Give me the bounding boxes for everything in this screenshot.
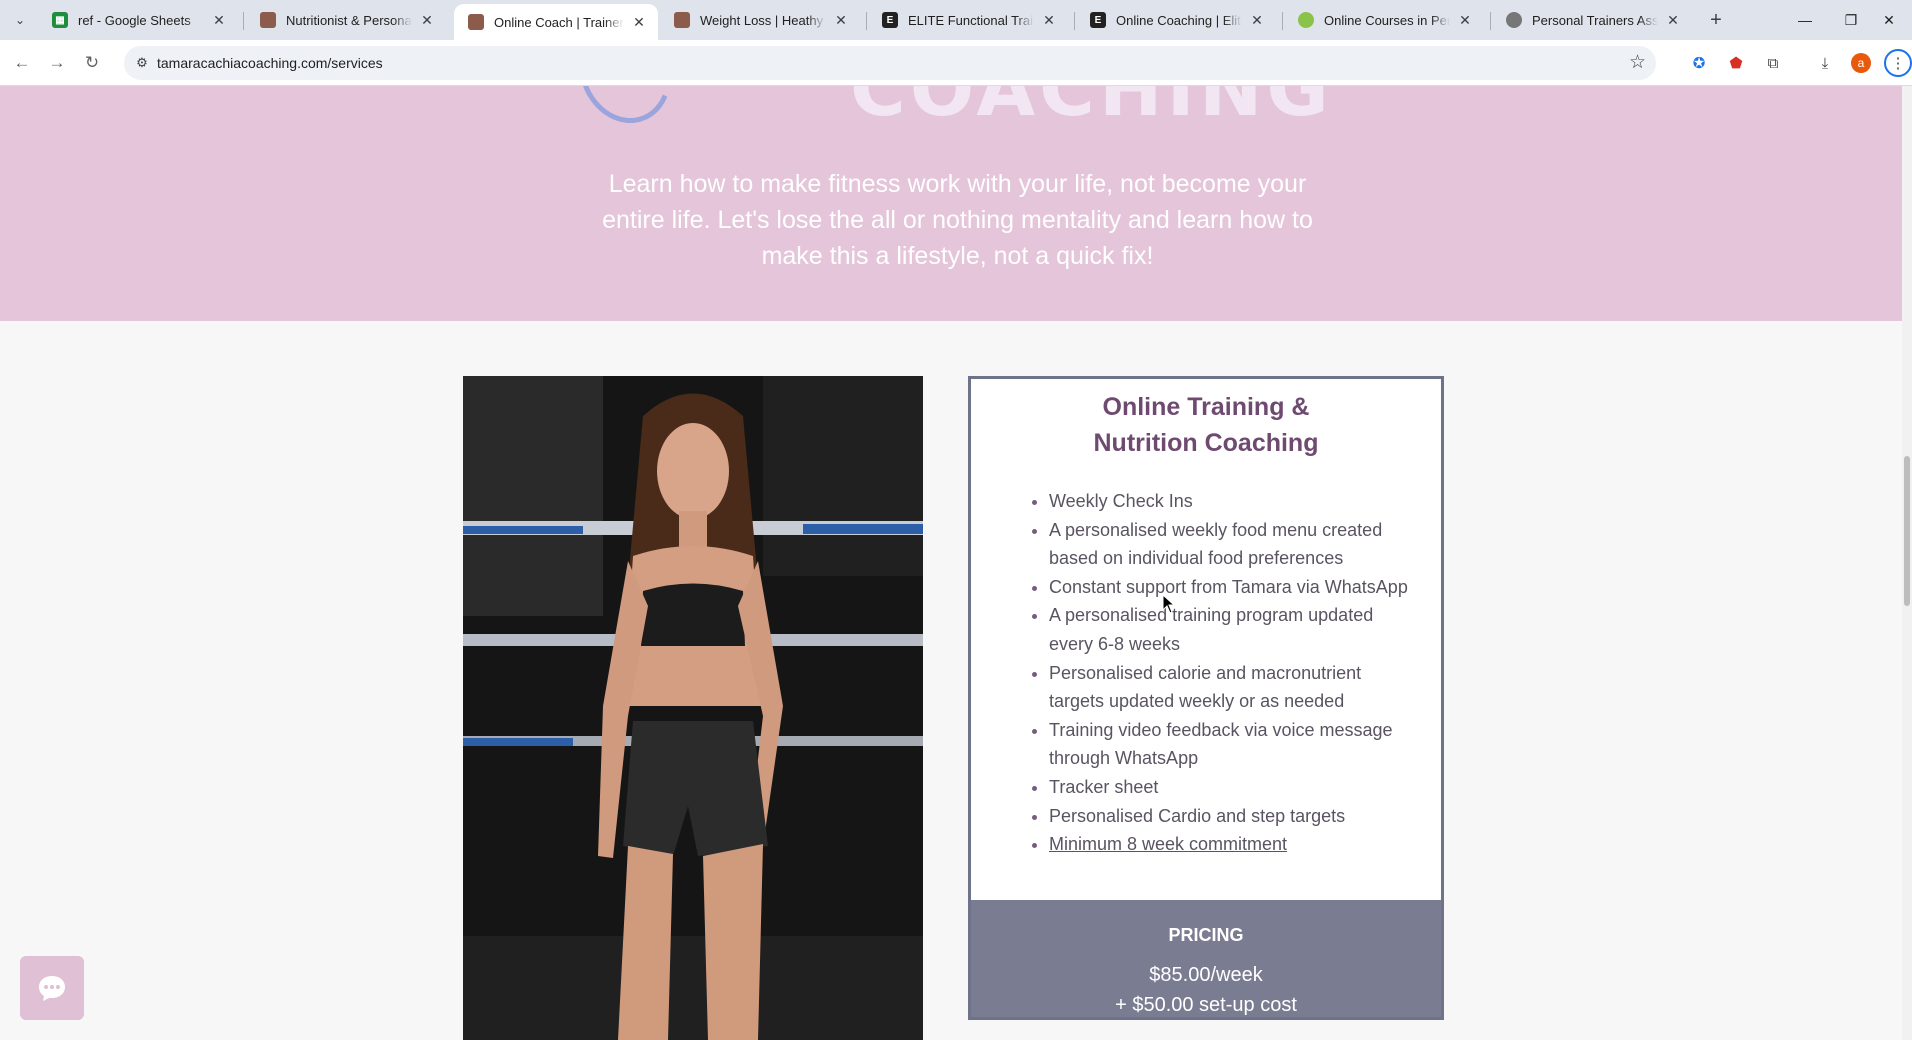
- price-setup: + $50.00 set-up cost: [1115, 994, 1297, 1016]
- close-tab-icon[interactable]: ✕: [832, 11, 850, 29]
- back-arrow-icon[interactable]: ←: [8, 49, 36, 77]
- coach-photo: [463, 376, 923, 1040]
- tab-weight-loss[interactable]: Weight Loss | Heathy Eating ✕: [660, 0, 860, 40]
- scrollbar-thumb[interactable]: [1904, 456, 1910, 606]
- tab-search-chevron-icon[interactable]: ⌄: [8, 8, 32, 32]
- profile-avatar[interactable]: a: [1851, 53, 1871, 73]
- chrome-menu-icon[interactable]: ⋮: [1884, 49, 1912, 77]
- tab-title: Personal Trainers Association: [1532, 12, 1658, 28]
- list-item: Tracker sheet: [1049, 773, 1421, 802]
- commitment-link[interactable]: Minimum 8 week commitment: [1049, 830, 1421, 859]
- bookmark-star-icon[interactable]: ☆: [1629, 51, 1646, 74]
- hero-banner: COACHING Learn how to make fitness work …: [0, 86, 1902, 321]
- page-scrollbar[interactable]: [1902, 86, 1912, 1040]
- hero-tagline: Learn how to make fitness work with your…: [602, 170, 1313, 270]
- tab-online-coach-active[interactable]: Online Coach | Trainer | Nutrition ✕: [454, 4, 658, 40]
- reload-icon[interactable]: ↻: [78, 49, 106, 77]
- close-tab-icon[interactable]: ✕: [1456, 11, 1474, 29]
- feature-list: Weekly Check Ins A personalised weekly f…: [1049, 487, 1421, 859]
- site-info-icon[interactable]: ⚙: [132, 53, 152, 73]
- list-item: A personalised weekly food menu created …: [1049, 516, 1421, 573]
- pricing-heading: PRICING: [1168, 925, 1244, 945]
- site-favicon-icon: [1298, 12, 1314, 28]
- site-favicon-icon: E: [882, 12, 898, 28]
- close-tab-icon[interactable]: ✕: [630, 13, 648, 31]
- address-bar[interactable]: ⚙ tamaracachiacoaching.com/services ☆: [124, 46, 1656, 80]
- tab-google-sheets[interactable]: ▦ ref - Google Sheets ✕: [38, 0, 238, 40]
- list-item: Weekly Check Ins: [1049, 487, 1421, 516]
- close-window-icon[interactable]: ✕: [1866, 0, 1912, 40]
- list-item: A personalised training program updated …: [1049, 601, 1421, 658]
- tab-title: ELITE Functional Training: [908, 12, 1034, 28]
- close-tab-icon[interactable]: ✕: [418, 11, 436, 29]
- downloads-icon[interactable]: ⤓: [1814, 52, 1836, 74]
- pricing-panel: PRICING $85.00/week + $50.00 set-up cost: [968, 900, 1444, 1020]
- price-weekly: $85.00/week: [1149, 964, 1263, 986]
- mouse-cursor-icon: [1162, 594, 1176, 614]
- service-card: Online Training & Nutrition Coaching Wee…: [968, 376, 1444, 903]
- browser-toolbar: ← → ↻ ⚙ tamaracachiacoaching.com/service…: [0, 40, 1912, 86]
- list-item: Training video feedback via voice messag…: [1049, 716, 1421, 773]
- list-item: Personalised calorie and macronutrient t…: [1049, 659, 1421, 716]
- chat-bubble-icon: [39, 976, 65, 1001]
- service-title: Online Training & Nutrition Coaching: [1093, 393, 1319, 457]
- tab-title: ref - Google Sheets: [78, 12, 191, 28]
- close-tab-icon[interactable]: ✕: [1248, 11, 1266, 29]
- site-favicon-icon: E: [1090, 12, 1106, 28]
- site-favicon-icon: [1506, 12, 1522, 28]
- close-tab-icon[interactable]: ✕: [1040, 11, 1058, 29]
- logo-text: COACHING: [850, 86, 1333, 133]
- tab-nutritionist[interactable]: Nutritionist & Personal Trainer ✕: [246, 0, 446, 40]
- tab-personal-trainers-association[interactable]: Personal Trainers Association ✕: [1492, 0, 1692, 40]
- web-page: COACHING Learn how to make fitness work …: [0, 86, 1902, 1040]
- tab-title: Online Coach | Trainer | Nutrition: [494, 14, 624, 30]
- site-favicon-icon: [260, 12, 276, 28]
- forward-arrow-icon[interactable]: →: [43, 49, 71, 77]
- tab-title: Online Coaching | Elite Functional: [1116, 12, 1242, 28]
- tab-title: Online Courses in Personal Training: [1324, 12, 1450, 28]
- tab-online-coaching-elite[interactable]: E Online Coaching | Elite Functional ✕: [1076, 0, 1276, 40]
- extension-globe-icon[interactable]: ✪: [1688, 52, 1710, 74]
- sheets-favicon-icon: ▦: [52, 12, 68, 28]
- extension-shield-icon[interactable]: ⬟: [1725, 52, 1747, 74]
- tab-elite-functional[interactable]: E ELITE Functional Training ✕: [868, 0, 1068, 40]
- tab-title: Weight Loss | Heathy Eating: [700, 12, 826, 28]
- logo-ring-icon: [564, 86, 686, 137]
- close-tab-icon[interactable]: ✕: [1664, 11, 1682, 29]
- site-favicon-icon: [674, 12, 690, 28]
- tab-online-courses[interactable]: Online Courses in Personal Training ✕: [1284, 0, 1484, 40]
- chat-widget-button[interactable]: [20, 956, 84, 1020]
- close-tab-icon[interactable]: ✕: [210, 11, 228, 29]
- url-text[interactable]: tamaracachiacoaching.com/services: [157, 55, 383, 71]
- coach-photo-illustration: [463, 376, 923, 1040]
- site-favicon-icon: [468, 14, 484, 30]
- tab-title: Nutritionist & Personal Trainer: [286, 12, 412, 28]
- new-tab-plus-icon[interactable]: +: [1704, 8, 1728, 32]
- extensions-puzzle-icon[interactable]: ⧉: [1762, 52, 1784, 74]
- minimize-icon[interactable]: —: [1782, 0, 1828, 40]
- list-item: Personalised Cardio and step targets: [1049, 802, 1421, 831]
- tab-strip: ⌄ ▦ ref - Google Sheets ✕ Nutritionist &…: [0, 0, 1912, 40]
- list-item: Constant support from Tamara via WhatsAp…: [1049, 573, 1421, 602]
